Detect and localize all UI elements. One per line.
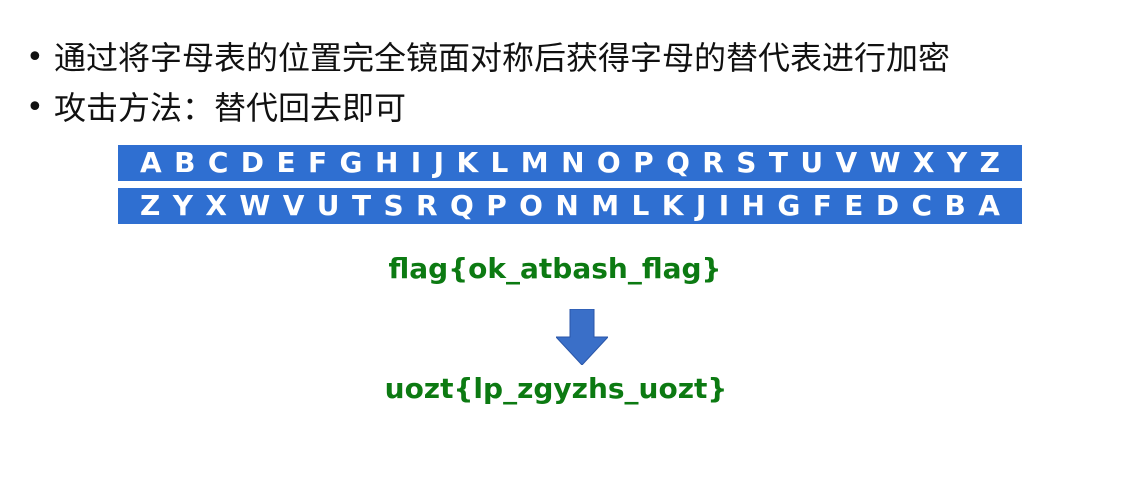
alphabet-plain-letter: N: [561, 146, 585, 179]
alphabet-plain-letter: C: [207, 146, 229, 179]
alphabet-cipher-letter: Q: [450, 189, 474, 222]
alphabet-plain-letter: H: [374, 146, 399, 179]
alphabet-plain-letter: J: [433, 146, 445, 179]
alphabet-plain-letter: T: [768, 146, 788, 179]
alphabet-cipher-letter: S: [383, 189, 404, 222]
bullet-text-attack: 攻击方法：替代回去即可: [54, 89, 407, 127]
alphabet-plain-letter: P: [633, 146, 654, 179]
alphabet-cipher-letter: A: [978, 189, 1000, 222]
alphabet-cipher-letter: V: [282, 189, 305, 222]
alphabet-plain-letter: W: [869, 146, 901, 179]
alphabet-plain-bar: ABCDEFGHIJKLMNOPQRSTUVWXYZ: [118, 145, 1022, 181]
ciphertext-flag: uozt{lp_zgyzhs_uozt}: [384, 372, 728, 405]
alphabet-plain-letter: Y: [946, 146, 968, 179]
alphabet-cipher-letter: L: [631, 189, 650, 222]
alphabet-plain-letter: E: [276, 146, 296, 179]
alphabet-plain-letter: M: [520, 146, 549, 179]
bullet-item-attack: • 攻击方法：替代回去即可: [26, 86, 406, 130]
bullet-item-encryption: • 通过将字母表的位置完全镜面对称后获得字母的替代表进行加密: [26, 36, 950, 80]
alphabet-plain-letter: D: [240, 146, 265, 179]
alphabet-cipher-letter: Z: [140, 189, 161, 222]
alphabet-plain-letter: I: [410, 146, 422, 179]
alphabet-plain-letter: Q: [666, 146, 690, 179]
alphabet-plain-letter: K: [456, 146, 479, 179]
alphabet-cipher-letter: F: [812, 189, 832, 222]
bullet-dot: •: [26, 40, 44, 75]
alphabet-cipher-letter: D: [875, 189, 900, 222]
alphabet-cipher-letter: M: [591, 189, 620, 222]
alphabet-plain-letter: R: [702, 146, 724, 179]
alphabet-plain-letter: A: [140, 146, 162, 179]
alphabet-cipher-letter: O: [519, 189, 543, 222]
alphabet-cipher-letter: E: [844, 189, 864, 222]
alphabet-cipher-letter: G: [777, 189, 801, 222]
bullet-dot: •: [26, 90, 44, 125]
alphabet-plain-letter: Z: [979, 146, 1000, 179]
alphabet-cipher-letter: K: [661, 189, 684, 222]
alphabet-cipher-letter: P: [486, 189, 507, 222]
alphabet-cipher-letter: X: [205, 189, 227, 222]
alphabet-plain-letter: V: [835, 146, 858, 179]
alphabet-cipher-letter: B: [944, 189, 966, 222]
arrow-down-icon: [556, 309, 608, 365]
alphabet-cipher-letter: J: [695, 189, 707, 222]
alphabet-plain-letter: X: [912, 146, 935, 179]
alphabet-plain-letter: F: [308, 146, 328, 179]
alphabet-cipher-letter: I: [718, 189, 730, 222]
alphabet-cipher-letter: H: [741, 189, 765, 222]
alphabet-cipher-bar: ZYXWVUTSRQPONMLKJIHGFEDCBA: [118, 188, 1022, 224]
alphabet-cipher-letter: T: [351, 189, 372, 222]
alphabet-plain-letter: G: [339, 146, 363, 179]
alphabet-plain-letter: S: [736, 146, 757, 179]
plaintext-flag: flag{ok_atbash_flag}: [388, 252, 722, 285]
alphabet-cipher-letter: N: [555, 189, 579, 222]
alphabet-plain-letter: U: [800, 146, 824, 179]
alphabet-cipher-letter: C: [911, 189, 933, 222]
alphabet-cipher-letter: Y: [172, 189, 193, 222]
bullet-text-encryption: 通过将字母表的位置完全镜面对称后获得字母的替代表进行加密: [54, 39, 951, 77]
alphabet-cipher-letter: U: [316, 189, 340, 222]
alphabet-plain-letter: O: [596, 146, 621, 179]
alphabet-cipher-letter: W: [239, 189, 271, 222]
alphabet-plain-letter: L: [490, 146, 509, 179]
alphabet-cipher-letter: R: [416, 189, 438, 222]
alphabet-plain-letter: B: [174, 146, 196, 179]
